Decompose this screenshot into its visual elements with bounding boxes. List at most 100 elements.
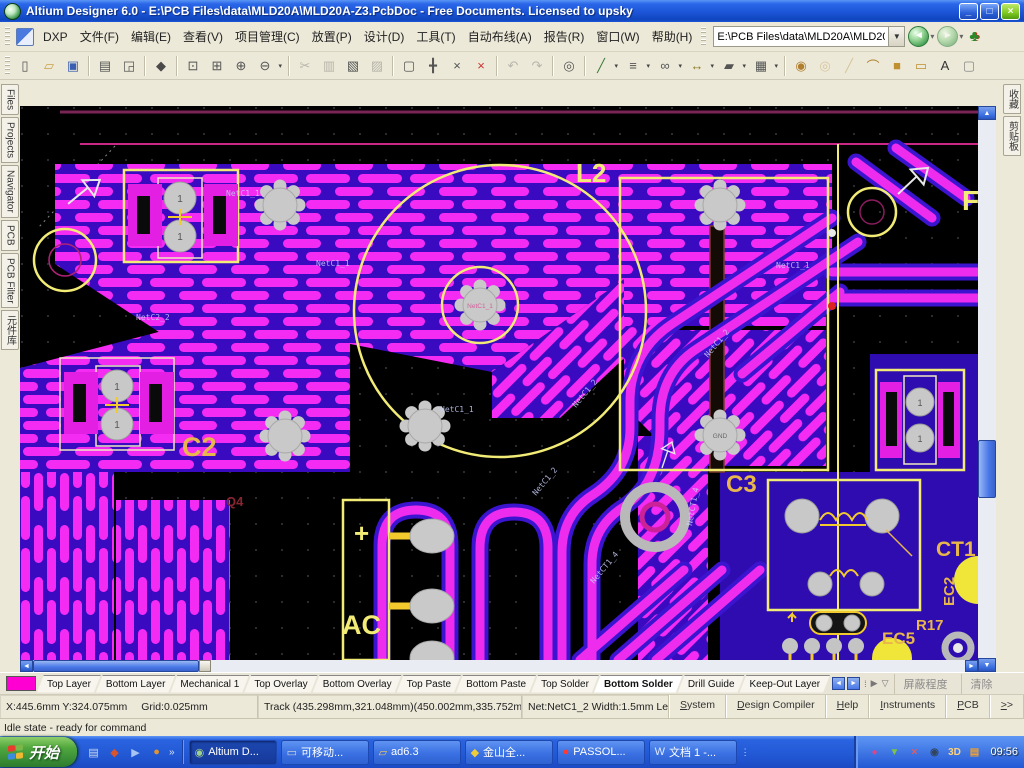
task-ad63-folder[interactable]: ▱ ad6.3 xyxy=(373,740,461,765)
panel-button-pcb[interactable]: PCB xyxy=(946,695,990,718)
vertical-scroll-track[interactable] xyxy=(978,498,996,658)
forward-button[interactable]: ► xyxy=(937,26,958,47)
line-tool-icon[interactable]: ╱ xyxy=(589,54,613,78)
horizontal-scroll-thumb[interactable] xyxy=(33,660,199,672)
vertical-scroll-thumb[interactable] xyxy=(978,440,996,498)
vertical-scrollbar[interactable]: ▲ ▼ xyxy=(978,106,996,672)
select-area-icon[interactable]: ▢ xyxy=(397,54,421,78)
mask-level-button[interactable]: 屏蔽程度 xyxy=(894,674,955,694)
sep[interactable] xyxy=(88,56,90,76)
minimize-button[interactable]: _ xyxy=(959,3,978,20)
zoom-document-icon[interactable]: ⊡ xyxy=(181,54,205,78)
layertab-bottom-layer[interactable]: Bottom Layer xyxy=(96,675,175,693)
menu-dxp[interactable]: DXP xyxy=(37,27,74,47)
print-icon[interactable]: ▤ xyxy=(93,54,117,78)
sep[interactable] xyxy=(144,56,146,76)
workspace-icon[interactable]: ♣ xyxy=(969,28,979,45)
place-fill-icon[interactable]: ■ xyxy=(885,54,909,78)
cut-icon[interactable]: ✂ xyxy=(293,54,317,78)
toolbar-grip[interactable] xyxy=(701,27,706,47)
layertab-top-paste[interactable]: Top Paste xyxy=(397,675,461,693)
menu-reports[interactable]: 报告(R) xyxy=(538,25,591,48)
taskbar-overflow-icon[interactable]: ⋮ xyxy=(741,747,750,758)
task-removable-disk[interactable]: ▭ 可移动... xyxy=(281,740,369,765)
layer-sets-icon[interactable]: ≡ xyxy=(621,54,645,78)
scroll-right-icon[interactable]: ► xyxy=(965,660,978,672)
layer-scroll-right-icon[interactable]: ► xyxy=(847,677,860,690)
task-altium[interactable]: ◉ Altium D... xyxy=(189,740,277,765)
layertab-drill-guide[interactable]: Drill Guide xyxy=(678,675,745,693)
zoom-in-icon[interactable]: ⊕ xyxy=(229,54,253,78)
stamp-icon[interactable]: ◆ xyxy=(149,54,173,78)
tray-year3d-icon[interactable]: 3D xyxy=(946,744,962,760)
panel-button-more[interactable]: >> xyxy=(990,695,1024,718)
layer-color-icon[interactable]: ⁞ xyxy=(864,679,867,689)
horizontal-scrollbar[interactable]: ◄ ► xyxy=(20,660,978,672)
place-pad-icon[interactable]: ◉ xyxy=(789,54,813,78)
sep[interactable] xyxy=(784,56,786,76)
menu-view[interactable]: 查看(V) xyxy=(177,25,229,48)
toolbar-grip[interactable] xyxy=(5,56,10,76)
tray-network-icon[interactable]: × xyxy=(906,744,922,760)
menu-window[interactable]: 窗口(W) xyxy=(590,25,645,48)
interactive-route-icon[interactable]: ╱ xyxy=(837,54,861,78)
print-preview-icon[interactable]: ◲ xyxy=(117,54,141,78)
binoculars-icon[interactable]: ∞ xyxy=(653,54,677,78)
toolbar-grip[interactable] xyxy=(5,27,10,47)
sep[interactable] xyxy=(392,56,394,76)
clear-filter-icon[interactable]: × xyxy=(469,54,493,78)
tray-security-icon[interactable]: ● xyxy=(866,744,882,760)
panel-button-help[interactable]: Help xyxy=(826,695,870,718)
menu-edit[interactable]: 编辑(E) xyxy=(125,25,177,48)
panel-tab-projects[interactable]: Projects xyxy=(1,117,19,163)
layertab-top-overlay[interactable]: Top Overlay xyxy=(244,675,317,693)
layer-scroll-left-icon[interactable]: ◄ xyxy=(832,677,845,690)
scroll-down-icon[interactable]: ▼ xyxy=(978,658,996,672)
paste-special-icon[interactable]: ▨ xyxy=(365,54,389,78)
move-icon[interactable]: ╋ xyxy=(421,54,445,78)
start-button[interactable]: 开始 xyxy=(0,737,77,767)
panel-tab-navigator[interactable]: Navigator xyxy=(1,165,19,218)
redo-icon[interactable]: ↷ xyxy=(525,54,549,78)
panel-tab-libraries[interactable]: 元件库 xyxy=(1,310,19,350)
place-via-icon[interactable]: ◎ xyxy=(813,54,837,78)
show-desktop-icon[interactable]: ▤ xyxy=(85,744,102,761)
sep[interactable] xyxy=(496,56,498,76)
sep[interactable] xyxy=(584,56,586,76)
place-arc-icon[interactable]: ⌒ xyxy=(861,54,885,78)
close-button[interactable]: × xyxy=(1001,3,1020,20)
zoom-out-icon[interactable]: ⊖ xyxy=(253,54,277,78)
horizontal-scroll-track[interactable] xyxy=(211,660,965,672)
undo-icon[interactable]: ↶ xyxy=(501,54,525,78)
filter-apply-icon[interactable]: ▶ xyxy=(871,678,878,689)
gnd-pad[interactable]: GND xyxy=(695,410,746,461)
quick-launch-app4-icon[interactable]: ● xyxy=(148,744,165,761)
panel-tab-clipboard[interactable]: 剪贴板 xyxy=(1003,116,1021,156)
tray-dictionary-icon[interactable]: ▤ xyxy=(966,744,982,760)
menu-file[interactable]: 文件(F) xyxy=(74,25,125,48)
place-room-icon[interactable]: ▭ xyxy=(909,54,933,78)
task-word-document[interactable]: W 文档 1 -... xyxy=(649,740,737,765)
place-component-icon[interactable]: ▢ xyxy=(957,54,981,78)
tray-audio-icon[interactable]: ◉ xyxy=(926,744,942,760)
forward-dropdown-icon[interactable]: ▾ xyxy=(959,32,963,41)
scroll-up-icon[interactable]: ▲ xyxy=(978,106,996,120)
grid-icon[interactable]: ▦ xyxy=(749,54,773,78)
measure-icon[interactable]: ↔ xyxy=(685,54,709,78)
quick-launch-app2-icon[interactable]: ◆ xyxy=(106,744,123,761)
tray-update-icon[interactable]: ▼ xyxy=(886,744,902,760)
panel-tab-favorites[interactable]: 收藏 xyxy=(1003,84,1021,114)
active-layer-color-swatch[interactable] xyxy=(6,676,36,691)
restore-button[interactable]: □ xyxy=(980,3,999,20)
menu-autoroute[interactable]: 自动布线(A) xyxy=(462,25,538,48)
new-document-icon[interactable]: ▯ xyxy=(13,54,37,78)
pcb-canvas[interactable]: NetC1_1 L2 GND xyxy=(20,106,978,660)
sep[interactable] xyxy=(552,56,554,76)
deselect-icon[interactable]: × xyxy=(445,54,469,78)
layertab-keep-out-layer[interactable]: Keep-Out Layer xyxy=(740,675,831,693)
panel-tab-files[interactable]: Files xyxy=(1,84,19,115)
layertab-bottom-paste[interactable]: Bottom Paste xyxy=(456,675,536,693)
layertab-bottom-overlay[interactable]: Bottom Overlay xyxy=(313,675,402,693)
layertab-mechanical-1[interactable]: Mechanical 1 xyxy=(170,675,249,693)
back-dropdown-icon[interactable]: ▾ xyxy=(930,32,934,41)
